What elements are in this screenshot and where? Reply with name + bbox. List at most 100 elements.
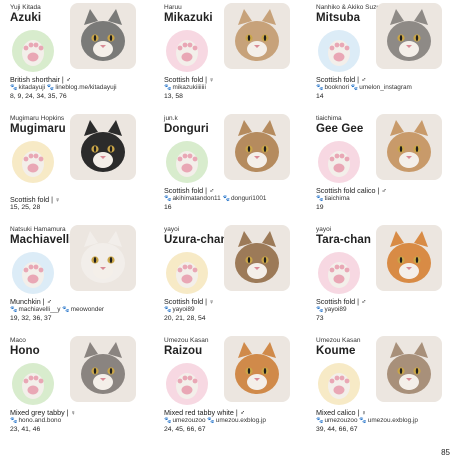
owner-name: yayoi	[164, 226, 180, 233]
owner-name: yayoi	[316, 226, 332, 233]
cat-name: Mugimaru	[10, 123, 66, 135]
cat-photo	[224, 225, 290, 291]
paw-photo	[12, 363, 54, 405]
page-references: 20, 21, 28, 54	[164, 315, 206, 322]
paw-photo	[166, 30, 208, 72]
cat-name: Tara-chan	[316, 234, 372, 246]
cat-name: Raizou	[164, 345, 203, 357]
cat-card: Nanhiko & Akiko Suzuki Mitsuba Scottish …	[314, 2, 456, 113]
page-references: 19, 32, 36, 37	[10, 315, 52, 322]
paw-photo	[166, 141, 208, 183]
cat-photo	[70, 3, 136, 69]
page-references: 13, 58	[164, 93, 183, 100]
paw-icon: 🐾	[359, 418, 367, 424]
social-accounts: 🐾yayoi89	[316, 306, 347, 313]
paw-icon: 🐾	[316, 307, 324, 313]
owner-name: Maco	[10, 337, 26, 344]
cat-card: jun.k Donguri Scottish fold | ♂ 🐾akihima…	[162, 113, 314, 224]
cat-card: Haruu Mikazuki Scottish fold | ♀ 🐾mikazu…	[162, 2, 314, 113]
cat-photo	[376, 3, 442, 69]
social-handle[interactable]: machiavelli__y	[18, 306, 60, 313]
page-references: 39, 44, 66, 67	[316, 426, 358, 433]
social-accounts: 🐾tiaichima	[316, 195, 350, 202]
cat-photo	[70, 114, 136, 180]
cat-card: Maco Hono Mixed grey tabby | ♀ 🐾hono.and…	[8, 335, 162, 446]
cat-photo	[376, 336, 442, 402]
page-number: 85	[441, 448, 450, 457]
social-accounts: 🐾akihimatandon11 🐾donguri1001	[164, 195, 267, 202]
social-accounts: 🐾mikazukiiiiiii	[164, 84, 206, 91]
owner-name: Haruu	[164, 4, 182, 11]
paw-icon: 🐾	[46, 85, 55, 91]
owner-name: tiaichima	[316, 115, 342, 122]
paw-photo	[166, 252, 208, 294]
paw-photo	[12, 141, 54, 183]
cat-name: Hono	[10, 345, 40, 357]
cat-name: Mitsuba	[316, 12, 361, 24]
breed-gender: Mixed calico | ♀	[316, 408, 367, 417]
breed-gender: Munchkin | ♂	[10, 297, 53, 306]
owner-name: Mugimaru Hopkins	[10, 115, 65, 122]
breed-gender: Scottish fold | ♀	[164, 297, 215, 306]
paw-icon: 🐾	[222, 196, 230, 202]
paw-icon: 🐾	[62, 307, 70, 313]
social-handle[interactable]: umezouzoo	[172, 417, 205, 424]
breed-gender: British shorthair | ♂	[10, 75, 72, 84]
paw-icon: 🐾	[10, 85, 18, 91]
breed-gender: Scottish fold | ♀	[10, 195, 61, 204]
social-handle[interactable]: donguri1001	[231, 195, 267, 202]
paw-icon: 🐾	[316, 418, 324, 424]
social-handle[interactable]: yayoi89	[172, 306, 194, 313]
social-handle[interactable]: umezou.exblog.jp	[216, 417, 266, 424]
breed-gender: Scottish fold calico | ♂	[316, 186, 387, 195]
social-handle[interactable]: meowonder	[71, 306, 104, 313]
cat-photo	[376, 114, 442, 180]
paw-photo	[12, 30, 54, 72]
owner-name: Nanhiko & Akiko Suzuki	[316, 4, 385, 11]
owner-name: jun.k	[164, 115, 178, 122]
owner-name: Yuji Kitada	[10, 4, 41, 11]
cat-name: Azuki	[10, 12, 42, 24]
paw-icon: 🐾	[316, 85, 324, 91]
cat-card: Umezou Kasan Raizou Mixed red tabby whit…	[162, 335, 314, 446]
cat-card: yayoi Uzura-chan Scottish fold | ♀ 🐾yayo…	[162, 224, 314, 335]
breed-gender: Scottish fold | ♂	[316, 297, 367, 306]
paw-photo	[318, 363, 360, 405]
social-accounts: 🐾umezouzoo 🐾umezou.exblog.jp	[164, 417, 266, 424]
social-handle[interactable]: umezouzoo	[324, 417, 357, 424]
social-accounts: 🐾kitadayuji 🐾lineblog.me/kitadayuji	[10, 84, 117, 91]
social-handle[interactable]: booknori	[324, 84, 349, 91]
cat-photo	[70, 225, 136, 291]
cat-card: tiaichima Gee Gee Scottish fold calico |…	[314, 113, 456, 224]
social-handle[interactable]: mikazukiiiiiii	[172, 84, 205, 91]
page-references: 16	[164, 204, 172, 211]
cat-photo	[224, 3, 290, 69]
cat-photo	[376, 225, 442, 291]
social-handle[interactable]: tiaichima	[324, 195, 349, 202]
cat-photo	[224, 336, 290, 402]
cat-card: Yuji Kitada Azuki British shorthair | ♂ …	[8, 2, 162, 113]
cat-name: Machiavelli	[10, 234, 73, 246]
social-handle[interactable]: hono.and.bono	[18, 417, 61, 424]
page-references: 19	[316, 204, 324, 211]
owner-name: Umezou Kasan	[316, 337, 361, 344]
cat-card: yayoi Tara-chan Scottish fold | ♂ 🐾yayoi…	[314, 224, 456, 335]
cat-name: Uzura-chan	[164, 234, 228, 246]
owner-name: Natsuki Hamamura	[10, 226, 66, 233]
cat-name: Koume	[316, 345, 356, 357]
page-references: 24, 45, 66, 67	[164, 426, 206, 433]
social-handle[interactable]: kitadayuji	[18, 84, 45, 91]
social-handle[interactable]: akihimatandon11	[172, 195, 220, 202]
social-handle[interactable]: lineblog.me/kitadayuji	[55, 84, 116, 91]
page-references: 14	[316, 93, 324, 100]
page-references: 8, 9, 24, 34, 35, 76	[10, 93, 67, 100]
paw-photo	[318, 141, 360, 183]
social-accounts: 🐾machiavelli__y 🐾meowonder	[10, 306, 104, 313]
social-handle[interactable]: umezou.exblog.jp	[368, 417, 418, 424]
paw-icon: 🐾	[10, 307, 18, 313]
cat-card: Umezou Kasan Koume Mixed calico | ♀ 🐾ume…	[314, 335, 456, 446]
page-references: 15, 25, 28	[10, 204, 41, 211]
social-handle[interactable]: umelon_instagram	[359, 84, 412, 91]
paw-icon: 🐾	[164, 418, 172, 424]
social-handle[interactable]: yayoi89	[324, 306, 346, 313]
